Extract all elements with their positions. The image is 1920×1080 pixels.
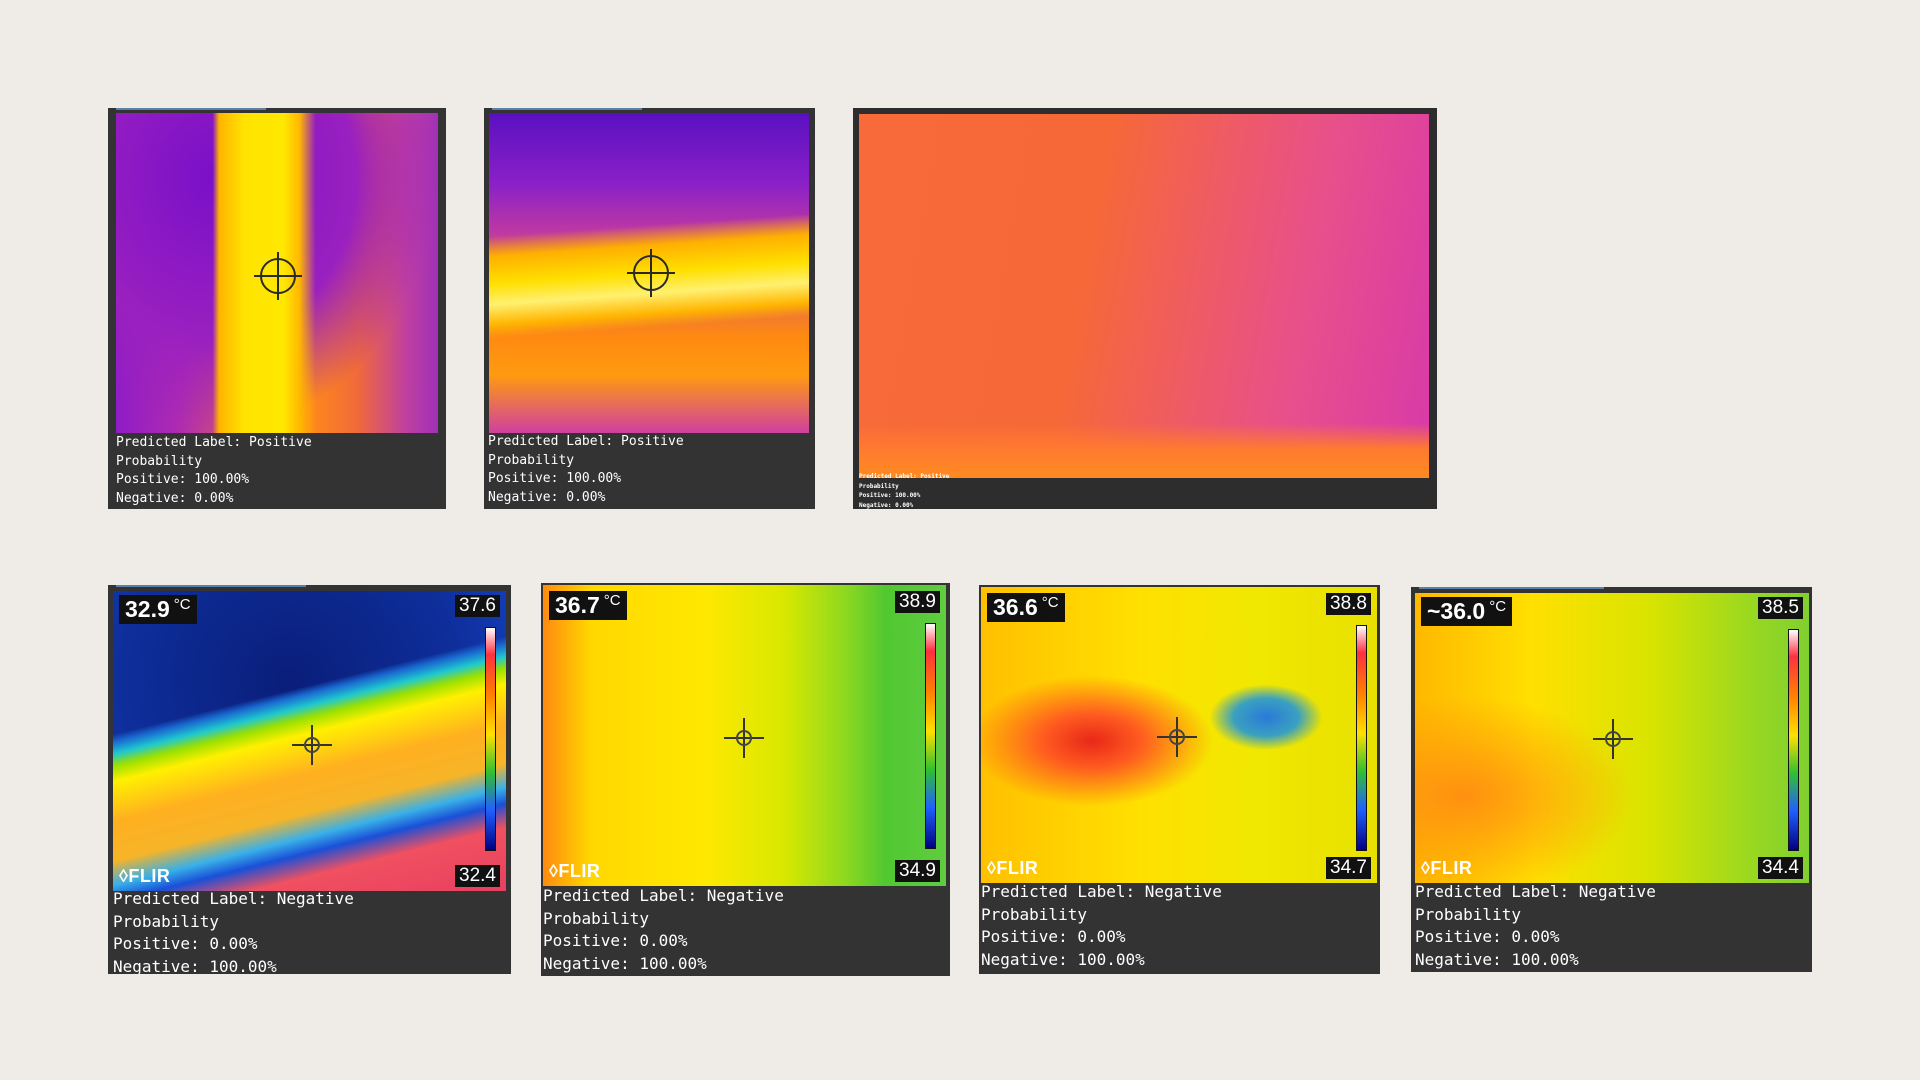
scale-max: 37.6 xyxy=(455,595,500,617)
spot-temperature-value: 32.9 xyxy=(125,596,170,622)
flir-logo-text: FLIR xyxy=(1430,858,1473,878)
prediction-caption: Predicted Label: Negative Probability Po… xyxy=(113,888,354,974)
crosshair-icon xyxy=(1593,719,1633,759)
predicted-label: Predicted Label: Negative xyxy=(113,889,354,908)
probability-heading: Probability xyxy=(1415,904,1521,924)
crosshair-icon xyxy=(627,249,675,297)
prediction-caption: Predicted Label: Positive Probability Po… xyxy=(859,472,949,509)
thermal-image: 36.6 °C 38.8 34.7 ◊FLIR xyxy=(981,587,1377,883)
flir-logo-text: FLIR xyxy=(996,858,1039,878)
prediction-caption: Predicted Label: Negative Probability Po… xyxy=(543,885,784,975)
temperature-unit: °C xyxy=(173,596,191,613)
scale-min: 34.4 xyxy=(1758,857,1803,879)
crosshair-icon xyxy=(724,718,764,758)
spot-temperature: 36.7 °C xyxy=(549,591,627,620)
thermal-image: 36.7 °C 38.9 34.9 ◊FLIR xyxy=(543,585,946,886)
positive-probability: Positive: 100.00% xyxy=(488,471,622,486)
scale-max: 38.9 xyxy=(895,591,940,613)
negative-probability: Negative: 0.00% xyxy=(116,490,234,506)
color-scale-bar xyxy=(925,623,936,849)
flir-logo: ◊FLIR xyxy=(987,858,1039,878)
scale-min: 34.9 xyxy=(895,860,940,882)
temperature-unit: °C xyxy=(1041,594,1059,611)
thermal-image xyxy=(859,114,1429,478)
thermal-image xyxy=(489,113,809,433)
temperature-unit: °C xyxy=(603,592,621,609)
flir-logo-text: FLIR xyxy=(128,866,171,886)
predicted-label: Predicted Label: Positive xyxy=(488,434,684,449)
prediction-caption: Predicted Label: Negative Probability Po… xyxy=(1415,881,1656,971)
flir-logo: ◊FLIR xyxy=(119,866,171,886)
flir-panel-2: 36.7 °C 38.9 34.9 ◊FLIR Predicted Label: … xyxy=(541,583,950,976)
spot-temperature: 32.9 °C xyxy=(119,595,197,624)
thermal-image: ~36.0 °C 38.5 34.4 ◊FLIR xyxy=(1415,593,1809,883)
scale-max: 38.5 xyxy=(1758,597,1803,619)
positive-probability: Positive: 0.00% xyxy=(113,934,258,953)
positive-probability: Positive: 0.00% xyxy=(543,931,688,950)
crosshair-icon xyxy=(1157,717,1197,757)
negative-probability: Negative: 100.00% xyxy=(981,949,1145,969)
spot-temperature: 36.6 °C xyxy=(987,593,1065,622)
predicted-label: Predicted Label: Negative xyxy=(543,886,784,905)
thermal-panel-2: Predicted Label: Positive Probability Po… xyxy=(484,108,815,509)
spot-temperature-value: 36.7 xyxy=(555,592,600,618)
flir-logo-text: FLIR xyxy=(558,861,601,881)
negative-probability: Negative: 100.00% xyxy=(1415,949,1579,969)
spot-temperature: ~36.0 °C xyxy=(1421,597,1513,626)
crosshair-icon xyxy=(292,725,332,765)
color-scale-bar xyxy=(485,627,496,851)
flir-panel-3: 36.6 °C 38.8 34.7 ◊FLIR Predicted Label: … xyxy=(979,585,1380,974)
predicted-label: Predicted Label: Positive xyxy=(859,473,950,480)
probability-heading: Probability xyxy=(543,908,649,928)
probability-heading: Probability xyxy=(113,911,219,931)
color-scale-bar xyxy=(1788,629,1799,851)
negative-probability: Negative: 100.00% xyxy=(113,956,277,975)
thermal-image xyxy=(116,113,438,433)
probability-heading: Probability xyxy=(488,452,575,468)
panel-top-accent xyxy=(1419,587,1604,589)
predicted-label: Predicted Label: Negative xyxy=(981,882,1222,901)
color-scale-bar xyxy=(1356,625,1367,851)
scale-max: 38.8 xyxy=(1326,593,1371,615)
negative-probability: Negative: 0.00% xyxy=(859,501,914,509)
prediction-caption: Predicted Label: Positive Probability Po… xyxy=(488,433,684,507)
scale-min: 32.4 xyxy=(455,865,500,887)
probability-heading: Probability xyxy=(981,904,1087,924)
panel-top-accent xyxy=(492,108,642,110)
thermal-panel-3: Predicted Label: Positive Probability Po… xyxy=(853,108,1437,509)
negative-probability: Negative: 100.00% xyxy=(543,953,707,973)
prediction-caption: Predicted Label: Negative Probability Po… xyxy=(981,881,1222,971)
positive-probability: Positive: 100.00% xyxy=(116,472,250,487)
positive-probability: Positive: 100.00% xyxy=(859,492,921,499)
thermal-image: 32.9 °C 37.6 32.4 ◊FLIR xyxy=(113,591,506,891)
probability-heading: Probability xyxy=(859,482,899,490)
probability-heading: Probability xyxy=(116,453,203,469)
positive-probability: Positive: 0.00% xyxy=(1415,927,1560,946)
spot-temperature-value: 36.6 xyxy=(993,594,1038,620)
flir-panel-1: 32.9 °C 37.6 32.4 ◊FLIR Predicted Label: … xyxy=(108,585,511,974)
predicted-label: Predicted Label: Negative xyxy=(1415,882,1656,901)
flir-logo: ◊FLIR xyxy=(1421,858,1473,878)
negative-probability: Negative: 0.00% xyxy=(488,489,606,505)
positive-probability: Positive: 0.00% xyxy=(981,927,1126,946)
thermal-panel-1: Predicted Label: Positive Probability Po… xyxy=(108,108,446,509)
temperature-unit: °C xyxy=(1489,598,1507,615)
panel-top-accent xyxy=(116,585,306,587)
panel-top-accent xyxy=(116,108,266,110)
flir-panel-4: ~36.0 °C 38.5 34.4 ◊FLIR Predicted Label:… xyxy=(1411,587,1812,972)
scale-min: 34.7 xyxy=(1326,857,1371,879)
flir-logo: ◊FLIR xyxy=(549,861,601,881)
crosshair-icon xyxy=(254,252,302,300)
prediction-caption: Predicted Label: Positive Probability Po… xyxy=(116,434,312,508)
spot-temperature-value: ~36.0 xyxy=(1427,598,1486,624)
predicted-label: Predicted Label: Positive xyxy=(116,435,312,450)
